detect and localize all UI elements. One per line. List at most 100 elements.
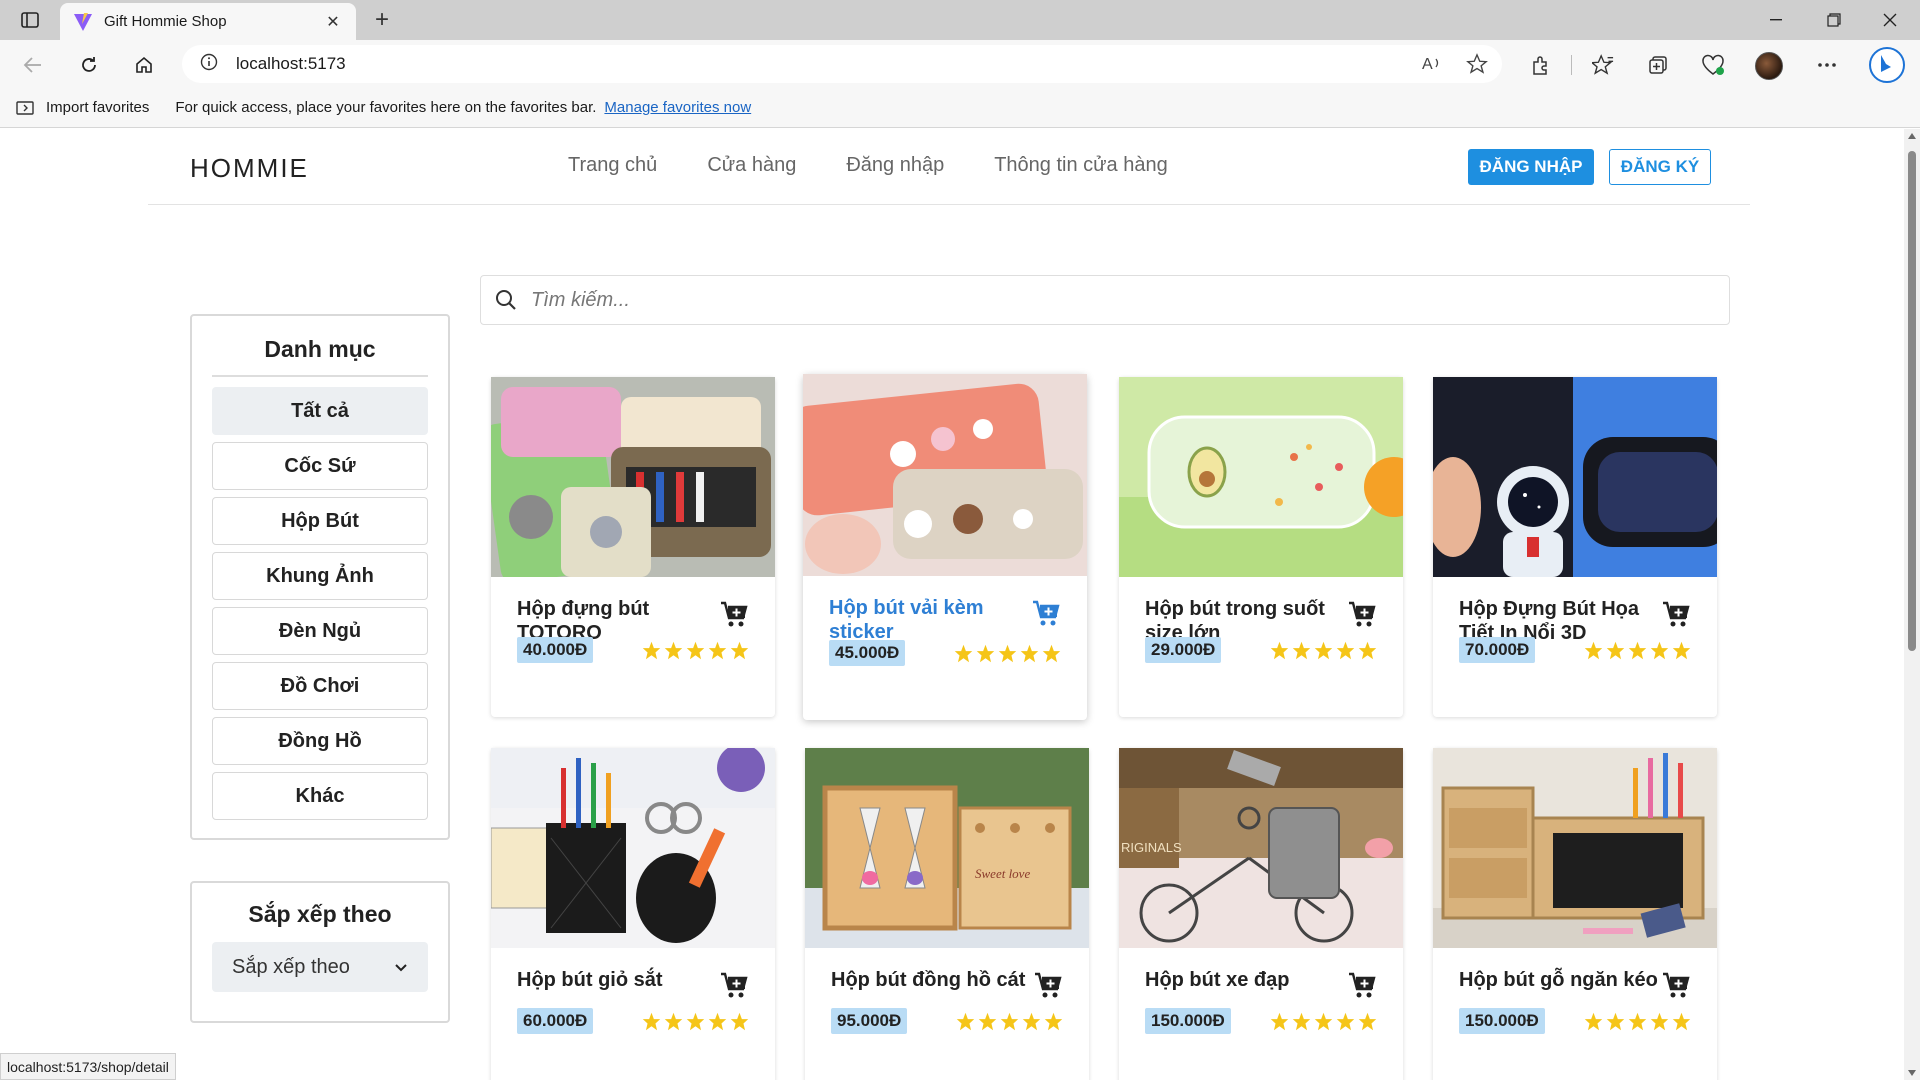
main-nav: Trang chủ Cửa hàng Đăng nhập Thông tin c… (568, 154, 1168, 177)
star-icon (730, 1012, 749, 1030)
product-card[interactable]: Hộp Đựng Bút Họa Tiết In Nổi 3D 70.000Đ (1433, 377, 1717, 717)
browser-essentials-icon[interactable] (1698, 50, 1728, 80)
product-name[interactable]: Hộp bút xe đạp (1145, 968, 1345, 992)
home-icon[interactable] (129, 50, 159, 80)
more-options-icon[interactable] (1812, 50, 1842, 80)
minimize-icon[interactable] (1748, 0, 1804, 40)
category-item-other[interactable]: Khác (212, 772, 428, 820)
import-favorites-button[interactable]: Import favorites (16, 99, 149, 117)
product-name[interactable]: Hộp bút vải kèm sticker (829, 596, 1029, 644)
site-info-icon[interactable] (200, 53, 218, 76)
product-image[interactable] (803, 374, 1087, 576)
product-card[interactable]: Hộp bút vải kèm sticker 45.000Đ (803, 374, 1087, 720)
nav-login[interactable]: Đăng nhập (846, 154, 944, 177)
new-tab-icon[interactable]: + (368, 6, 396, 34)
star-icon (1022, 1012, 1041, 1030)
add-to-cart-icon[interactable] (1033, 970, 1063, 1000)
add-to-cart-icon[interactable] (1347, 970, 1377, 1000)
favorites-icon[interactable] (1588, 50, 1618, 80)
back-icon[interactable] (18, 50, 48, 80)
favorite-star-icon[interactable] (1466, 53, 1488, 80)
product-image[interactable]: RIGINALS (1119, 748, 1403, 948)
nav-shop[interactable]: Cửa hàng (707, 154, 796, 177)
scroll-up-arrow-icon[interactable] (1908, 133, 1916, 139)
category-item-all[interactable]: Tất cả (212, 387, 428, 435)
extensions-icon[interactable] (1526, 50, 1556, 80)
star-icon (1292, 1012, 1311, 1030)
product-info: Hộp bút gỗ ngăn kéo (1433, 948, 1717, 998)
product-meta: 70.000Đ (1459, 637, 1691, 663)
category-list: Tất cả Cốc Sứ Hộp Bút Khung Ảnh Đèn Ngủ … (212, 387, 428, 820)
add-to-cart-icon[interactable] (1031, 598, 1061, 628)
product-info: Hộp bút giỏ sắt (491, 948, 775, 998)
browser-tab-active[interactable]: Gift Hommie Shop ✕ (60, 3, 356, 40)
product-image[interactable] (491, 377, 775, 577)
close-window-icon[interactable] (1862, 0, 1918, 40)
add-to-cart-icon[interactable] (1661, 599, 1691, 629)
product-image[interactable] (1433, 377, 1717, 577)
url-field[interactable]: localhost:5173 A (182, 45, 1502, 83)
add-to-cart-icon[interactable] (1347, 599, 1377, 629)
status-bar-url: localhost:5173/shop/detail (0, 1053, 176, 1080)
product-price: 70.000Đ (1459, 637, 1536, 663)
page-scrollbar[interactable] (1904, 129, 1920, 1080)
search-input[interactable] (531, 288, 1681, 312)
category-item-frames[interactable]: Khung Ảnh (212, 552, 428, 600)
profile-avatar[interactable] (1755, 52, 1783, 80)
site-logo[interactable]: HOMMIE (190, 153, 309, 184)
product-price: 60.000Đ (517, 1008, 594, 1034)
product-card[interactable]: Hộp bút giỏ sắt 60.000Đ (491, 748, 775, 1080)
product-meta: 40.000Đ (517, 637, 749, 663)
scroll-down-arrow-icon[interactable] (1908, 1070, 1916, 1076)
star-icon (1314, 1012, 1333, 1030)
product-card[interactable]: Hộp đựng bút TOTORO 40.000Đ (491, 377, 775, 717)
star-icon (664, 641, 683, 659)
star-icon (730, 641, 749, 659)
login-button[interactable]: ĐĂNG NHẬP (1468, 149, 1594, 185)
product-image[interactable] (1433, 748, 1717, 948)
rating-stars (642, 1012, 749, 1031)
nav-store-info[interactable]: Thông tin cửa hàng (994, 154, 1168, 177)
manage-favorites-link[interactable]: Manage favorites now (604, 99, 751, 116)
product-image[interactable] (491, 748, 775, 948)
category-panel: Danh mục Tất cả Cốc Sứ Hộp Bút Khung Ảnh… (190, 314, 450, 840)
category-item-lamps[interactable]: Đèn Ngủ (212, 607, 428, 655)
add-to-cart-icon[interactable] (719, 599, 749, 629)
rating-stars (1270, 1012, 1377, 1031)
star-icon (1336, 641, 1355, 659)
category-item-cups[interactable]: Cốc Sứ (212, 442, 428, 490)
read-aloud-icon[interactable]: A (1422, 53, 1444, 80)
product-image[interactable]: Sweet love (805, 748, 1089, 948)
category-item-clocks[interactable]: Đồng Hồ (212, 717, 428, 765)
star-icon (1628, 641, 1647, 659)
star-icon (1358, 1012, 1377, 1030)
tab-actions-icon[interactable] (16, 8, 44, 32)
product-image[interactable] (1119, 377, 1403, 577)
star-icon (1606, 1012, 1625, 1030)
product-card[interactable]: RIGINALS Hộp bút xe đạp 150.000Đ (1119, 748, 1403, 1080)
scroll-thumb[interactable] (1908, 151, 1916, 651)
product-card[interactable]: Sweet love Hộp bút đồng hồ cát 95.000Đ (805, 748, 1089, 1080)
product-name[interactable]: Hộp bút giỏ sắt (517, 968, 717, 992)
favorites-message: For quick access, place your favorites h… (175, 99, 597, 116)
vite-favicon-icon (72, 11, 94, 33)
category-item-toys[interactable]: Đồ Chơi (212, 662, 428, 710)
product-card[interactable]: Hộp bút gỗ ngăn kéo 150.000Đ (1433, 748, 1717, 1080)
close-tab-icon[interactable]: ✕ (322, 11, 344, 33)
add-to-cart-icon[interactable] (1661, 970, 1691, 1000)
sort-select[interactable]: Sắp xếp theo (212, 942, 428, 992)
add-to-cart-icon[interactable] (719, 970, 749, 1000)
nav-home[interactable]: Trang chủ (568, 154, 657, 177)
product-info: Hộp bút vải kèm sticker (803, 576, 1087, 644)
product-name[interactable]: Hộp bút đồng hồ cát (831, 968, 1041, 992)
category-item-pen-boxes[interactable]: Hộp Bút (212, 497, 428, 545)
product-card[interactable]: Hộp bút trong suốt size lớn 29.000Đ (1119, 377, 1403, 717)
star-icon (664, 1012, 683, 1030)
favorites-bar: Import favorites For quick access, place… (0, 88, 1920, 128)
restore-icon[interactable] (1806, 0, 1862, 40)
product-name[interactable]: Hộp bút gỗ ngăn kéo (1459, 968, 1659, 992)
refresh-icon[interactable] (74, 50, 104, 80)
collections-icon[interactable] (1643, 50, 1673, 80)
copilot-icon[interactable] (1866, 44, 1908, 86)
register-button[interactable]: ĐĂNG KÝ (1609, 149, 1711, 185)
